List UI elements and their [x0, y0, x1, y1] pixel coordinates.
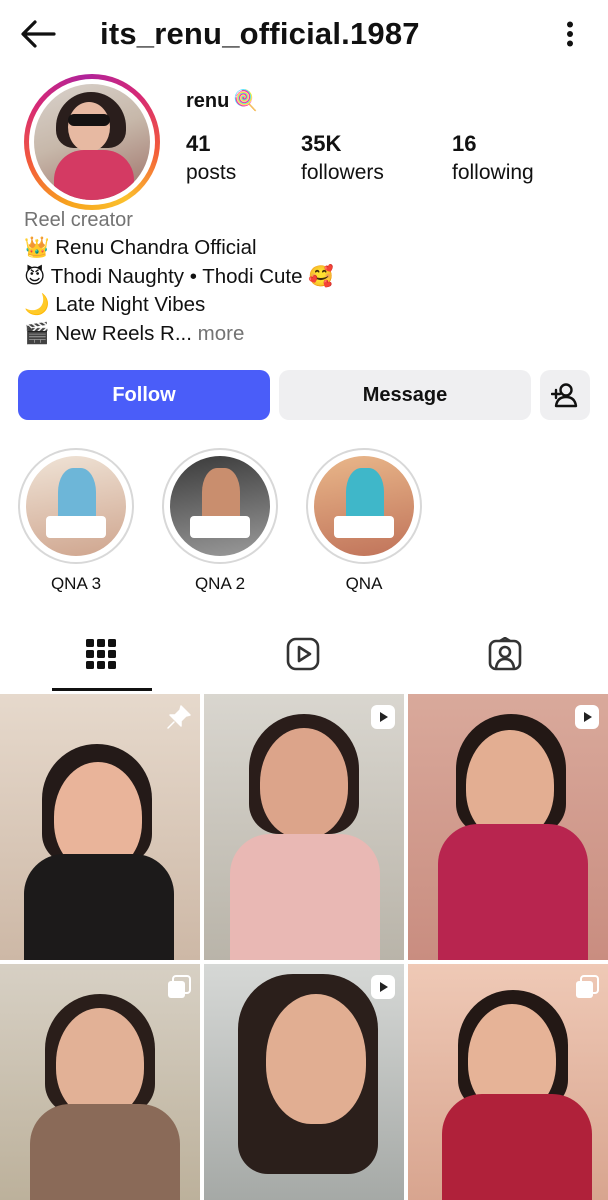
posts-count: 41: [186, 131, 211, 156]
carousel-icon: [576, 975, 599, 998]
following-label: following: [452, 161, 534, 184]
carousel-icon: [168, 975, 191, 998]
bio: Reel creator 👑 Renu Chandra Official 😈 T…: [24, 206, 584, 348]
avatar: [34, 84, 150, 200]
tab-posts-grid[interactable]: [0, 618, 202, 690]
message-button[interactable]: Message: [279, 370, 531, 420]
bio-more-link[interactable]: more: [192, 322, 245, 345]
back-button[interactable]: [18, 14, 58, 54]
highlight-label: QNA 3: [50, 574, 102, 593]
post-thumbnail[interactable]: [408, 964, 608, 1200]
post-thumbnail[interactable]: [204, 964, 404, 1200]
profile-tabs: [0, 618, 608, 692]
person-add-icon: [551, 383, 578, 408]
tab-tagged[interactable]: [404, 618, 606, 690]
reel-icon: [575, 705, 599, 729]
tab-reels[interactable]: [202, 618, 404, 690]
following-stat[interactable]: 16 following: [452, 130, 534, 188]
top-bar: its_renu_official.1987: [0, 0, 608, 70]
bio-line: 👑 Renu Chandra Official: [24, 236, 257, 259]
suggested-users-button[interactable]: [540, 370, 590, 420]
post-thumbnail[interactable]: [408, 694, 608, 960]
highlight-label: QNA: [345, 574, 383, 593]
followers-label: followers: [301, 161, 384, 184]
highlight-cover: [170, 456, 270, 556]
bio-line-truncated: 🎬 New Reels R... more: [24, 320, 584, 349]
post-thumbnail[interactable]: [0, 694, 200, 960]
highlight-label: QNA 2: [194, 574, 246, 593]
reel-icon: [371, 705, 395, 729]
grid-icon: [86, 639, 116, 669]
highlight-qna[interactable]: QNA: [306, 448, 422, 594]
highlight-qna-2[interactable]: QNA 2: [162, 448, 278, 594]
lollipop-emoji: 🍭: [233, 90, 259, 112]
highlight-qna-3[interactable]: QNA 3: [18, 448, 134, 594]
follow-button[interactable]: Follow: [18, 370, 270, 420]
reel-icon: [371, 975, 395, 999]
bio-category: Reel creator: [24, 209, 133, 231]
highlight-cover: [314, 456, 414, 556]
posts-stat[interactable]: 41 posts: [186, 130, 236, 188]
reels-icon: [286, 637, 320, 671]
posts-grid: [0, 694, 608, 1200]
more-vertical-icon: [567, 21, 573, 47]
pin-icon: [167, 705, 191, 729]
display-name-text: renu: [186, 90, 230, 112]
bio-line-text: 🎬 New Reels R...: [24, 321, 192, 345]
post-thumbnail[interactable]: [0, 964, 200, 1200]
posts-label: posts: [186, 161, 237, 184]
tagged-icon: [488, 637, 522, 671]
bio-line: 😈 Thodi Naughty • Thodi Cute 🥰: [24, 264, 334, 288]
active-tab-indicator: [52, 688, 152, 691]
arrow-left-icon: [21, 20, 56, 48]
avatar-story-ring[interactable]: [24, 74, 160, 210]
followers-count: 35K: [301, 131, 342, 156]
following-count: 16: [452, 131, 477, 156]
post-thumbnail[interactable]: [204, 694, 404, 960]
more-options-button[interactable]: [552, 14, 588, 54]
bio-line: 🌙 Late Night Vibes: [24, 293, 206, 316]
followers-stat[interactable]: 35K followers: [301, 130, 384, 188]
profile-username: its_renu_official.1987: [100, 16, 420, 51]
highlight-cover: [26, 456, 126, 556]
display-name: renu 🍭: [186, 88, 258, 113]
